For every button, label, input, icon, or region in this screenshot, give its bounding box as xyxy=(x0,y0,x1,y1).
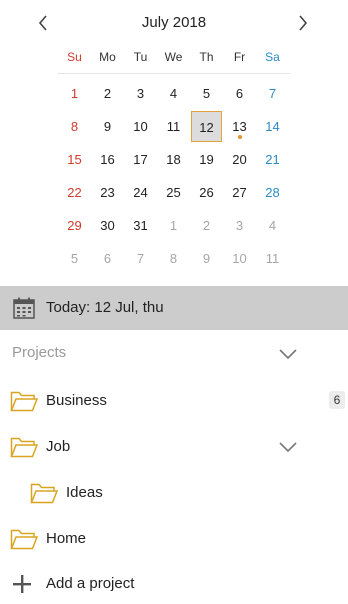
folder-icon xyxy=(10,529,38,550)
day-cell[interactable]: 19 xyxy=(190,143,223,176)
day-cell[interactable]: 9 xyxy=(91,110,124,143)
day-cell-other-month[interactable]: 2 xyxy=(190,209,223,242)
calendar-icon xyxy=(13,297,35,319)
next-month-button[interactable] xyxy=(288,8,318,38)
day-cell[interactable]: 3 xyxy=(124,77,157,110)
folder-icon xyxy=(30,483,58,504)
day-cell[interactable]: 23 xyxy=(91,176,124,209)
day-cell-other-month[interactable]: 1 xyxy=(157,209,190,242)
weekday-wednesday: We xyxy=(164,50,183,64)
job-collapse-chevron-icon[interactable] xyxy=(279,441,297,453)
day-cell[interactable]: 21 xyxy=(256,143,289,176)
day-cell[interactable]: 28 xyxy=(256,176,289,209)
day-cell[interactable]: 4 xyxy=(157,77,190,110)
calendar-grid: 1 2 3 4 5 6 7 8 9 10 11 12 13 14 15 16 17 18 19 20 21 22 23 24 2… xyxy=(58,77,290,275)
day-cell-other-month[interactable]: 4 xyxy=(256,209,289,242)
projects-section-title: Projects xyxy=(12,344,67,361)
project-label: Home xyxy=(46,530,87,547)
day-cell[interactable]: 29 xyxy=(58,209,91,242)
event-dot xyxy=(238,135,242,139)
day-cell-other-month[interactable]: 6 xyxy=(91,242,124,275)
day-cell[interactable]: 17 xyxy=(124,143,157,176)
day-cell[interactable]: 22 xyxy=(58,176,91,209)
day-cell[interactable]: 8 xyxy=(58,110,91,143)
project-item-ideas[interactable]: Ideas xyxy=(0,470,348,516)
day-cell[interactable]: 25 xyxy=(157,176,190,209)
day-cell[interactable]: 20 xyxy=(223,143,256,176)
day-cell[interactable]: 18 xyxy=(157,143,190,176)
weekday-sunday: Su xyxy=(67,50,82,64)
day-cell-other-month[interactable]: 11 xyxy=(256,242,289,275)
weekday-friday: Fr xyxy=(233,50,246,64)
project-item-home[interactable]: Home xyxy=(0,516,348,562)
day-cell-other-month[interactable]: 5 xyxy=(58,242,91,275)
project-label: Ideas xyxy=(66,484,103,501)
day-cell[interactable]: 16 xyxy=(91,143,124,176)
project-label: Job xyxy=(46,438,71,455)
weekday-header-row: Su Mo Tu We Th Fr Sa xyxy=(58,50,290,70)
day-cell[interactable]: 24 xyxy=(124,176,157,209)
day-cell[interactable]: 7 xyxy=(256,77,289,110)
day-cell[interactable]: 14 xyxy=(256,110,289,143)
project-label: Business xyxy=(46,392,107,409)
day-cell[interactable]: 2 xyxy=(91,77,124,110)
day-cell[interactable]: 30 xyxy=(91,209,124,242)
weekday-tuesday: Tu xyxy=(133,50,148,64)
weekday-saturday: Sa xyxy=(265,50,280,64)
day-cell[interactable]: 6 xyxy=(223,77,256,110)
add-project-label: Add a project xyxy=(46,575,135,592)
calendar-header: July 2018 xyxy=(0,0,348,46)
day-cell[interactable]: 31 xyxy=(124,209,157,242)
day-cell[interactable]: 1 xyxy=(58,77,91,110)
today-button[interactable]: Today: 12 Jul, thu xyxy=(0,286,348,330)
today-label: Today: 12 Jul, thu xyxy=(46,299,164,316)
weekday-thursday: Th xyxy=(199,50,214,64)
projects-collapse-chevron-icon[interactable] xyxy=(279,348,297,360)
day-cell[interactable]: 10 xyxy=(124,110,157,143)
add-project-button[interactable]: Add a project xyxy=(0,562,348,604)
chevron-right-icon xyxy=(299,15,308,31)
day-cell[interactable]: 27 xyxy=(223,176,256,209)
folder-icon xyxy=(10,391,38,412)
day-cell-other-month[interactable]: 10 xyxy=(223,242,256,275)
day-cell-today[interactable]: 12 xyxy=(191,111,222,142)
day-cell-other-month[interactable]: 9 xyxy=(190,242,223,275)
day-cell[interactable]: 26 xyxy=(190,176,223,209)
day-cell[interactable]: 5 xyxy=(190,77,223,110)
task-count-badge: 6 xyxy=(329,391,345,409)
weekday-monday: Mo xyxy=(99,50,116,64)
day-cell[interactable]: 11 xyxy=(157,110,190,143)
day-cell-other-month[interactable]: 7 xyxy=(124,242,157,275)
plus-icon xyxy=(13,575,31,593)
day-cell-other-month[interactable]: 3 xyxy=(223,209,256,242)
day-cell[interactable]: 15 xyxy=(58,143,91,176)
calendar-divider xyxy=(58,73,290,74)
day-cell-other-month[interactable]: 8 xyxy=(157,242,190,275)
project-item-business[interactable]: Business xyxy=(0,378,348,424)
folder-icon xyxy=(10,437,38,458)
